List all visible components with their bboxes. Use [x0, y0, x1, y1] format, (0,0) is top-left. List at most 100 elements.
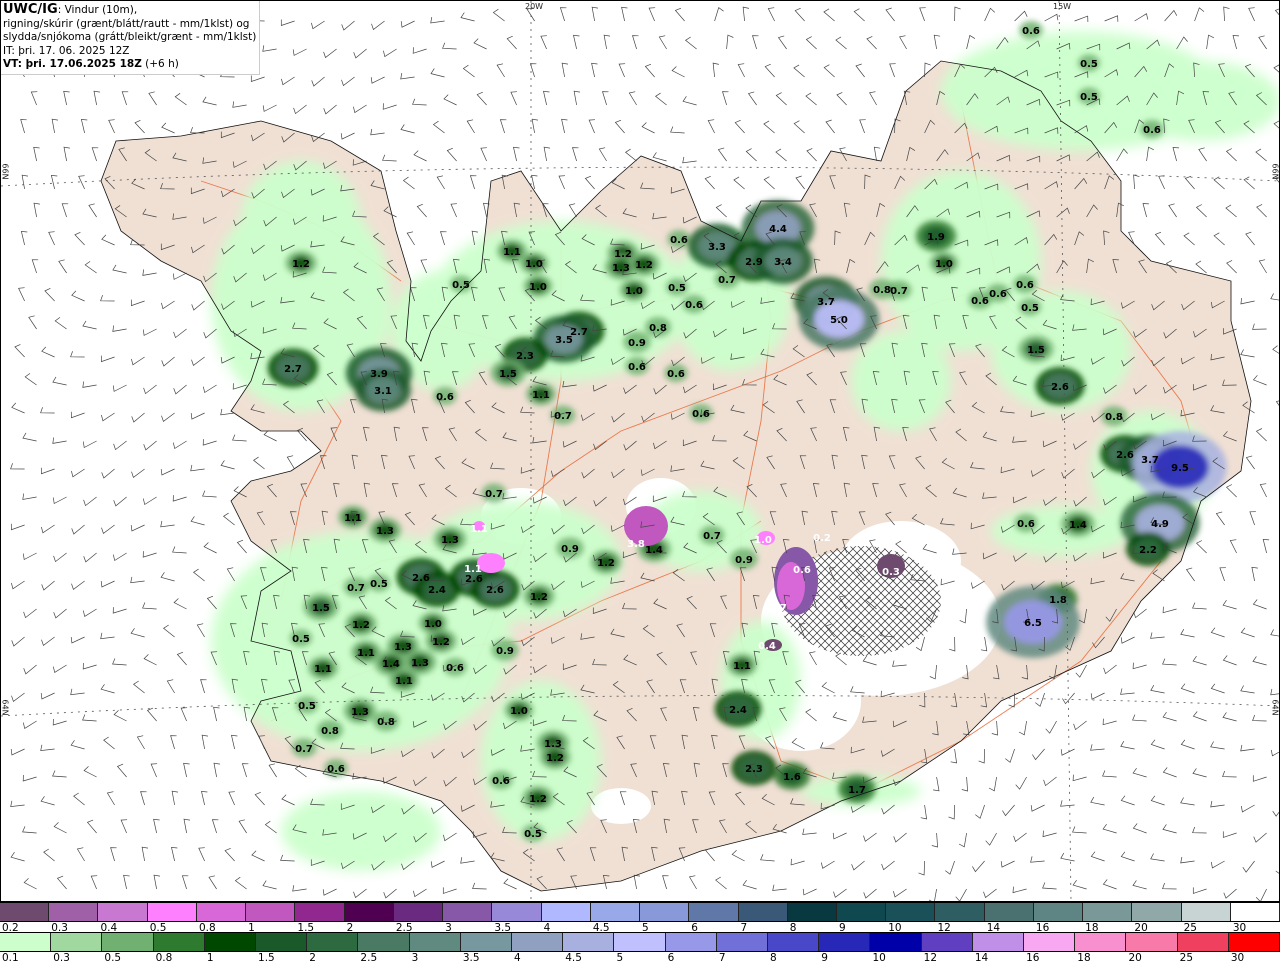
- wind-barb: [641, 122, 655, 134]
- wind-barb: [93, 90, 101, 106]
- wind-barb: [100, 355, 115, 363]
- wind-barb: [52, 718, 67, 726]
- wind-barb: [473, 38, 487, 50]
- rain-value-label: 0.6: [1017, 519, 1035, 530]
- rain-color-legend: 0.1 0.3 0.5 0.8 1 1.5 2 2.5 3 3.5 4 4.5 5 6 7 8 9 10 12 14 1…: [0, 932, 1280, 964]
- wind-barb: [71, 580, 85, 590]
- rain-value-label: 0.7: [347, 583, 365, 594]
- wind-barb: [855, 63, 865, 78]
- rain-value-label: 3.4: [774, 257, 792, 268]
- wind-barb: [161, 356, 175, 367]
- light-rain-zone: [851, 331, 951, 431]
- wind-barb: [747, 91, 757, 106]
- rain-value-label: 3.5: [555, 335, 573, 346]
- rain-value-label: 2.6: [412, 573, 430, 584]
- rain-legend-swatch: [716, 933, 769, 951]
- rain-legend-swatch: [665, 933, 717, 951]
- wind-barb: [24, 373, 37, 386]
- wind-barb: [201, 791, 208, 806]
- wind-barb: [1223, 888, 1237, 899]
- weather-map[interactable]: 1.2 2.7 3.9 3.1 0.5 0.6 1.1 1.0 1.0 1.2 1.3 1.2 0.6 3…: [0, 0, 1280, 904]
- wind-barb: [40, 692, 55, 700]
- rain-value-label: 1.3: [544, 739, 562, 750]
- wind-barb: [704, 175, 715, 190]
- wind-barb: [10, 852, 25, 862]
- wind-barb: [136, 735, 145, 750]
- wind-barb: [1120, 636, 1135, 644]
- rain-value-label: 3.9: [370, 369, 388, 380]
- rain-legend-swatch: [921, 933, 973, 951]
- snow-legend-swatch: [689, 903, 739, 921]
- snow-legend-swatch: [1033, 903, 1084, 921]
- wind-barb: [988, 776, 997, 792]
- wind-barb: [1180, 629, 1195, 638]
- wind-barb: [885, 7, 895, 22]
- wind-barb: [1229, 539, 1237, 554]
- title-line3: slydda/snjókoma (grátt/bleikt/grænt - mm…: [3, 31, 257, 43]
- wind-barb: [353, 888, 367, 899]
- wind-barb: [268, 763, 277, 778]
- wind-barb: [251, 850, 265, 862]
- wind-barb: [763, 120, 775, 134]
- wind-barb: [1042, 882, 1057, 890]
- wind-barb: [1275, 400, 1280, 408]
- wind-barb: [715, 204, 727, 218]
- wind-barb: [863, 888, 877, 899]
- wind-barb: [370, 128, 385, 136]
- wind-barb: [20, 119, 27, 134]
- snow-value-label: 0.4: [758, 641, 776, 652]
- wind-barb: [889, 63, 896, 78]
- wind-barb: [353, 48, 367, 59]
- wind-barb: [764, 63, 775, 78]
- wind-barb: [632, 35, 639, 50]
- snow-legend-swatch: [836, 903, 887, 921]
- wind-barb: [591, 62, 598, 78]
- wind-barb: [1252, 375, 1267, 386]
- rain-value-label: 1.3: [376, 526, 394, 537]
- rain-legend-labels: 0.1 0.3 0.5 0.8 1 1.5 2 2.5 3 3.5 4 4.5 5 6 7 8 9 10 12 14 1…: [0, 952, 1280, 964]
- wind-barb: [918, 860, 925, 876]
- rain-legend-swatch: [563, 933, 615, 951]
- rain-legend-swatch: [1024, 933, 1076, 951]
- wind-barb: [183, 818, 191, 834]
- wind-barb: [82, 714, 97, 722]
- wind-barb: [113, 440, 127, 451]
- wind-barb: [1154, 231, 1165, 246]
- wind-barb: [148, 91, 157, 106]
- wind-barb: [671, 66, 685, 78]
- wind-barb: [496, 63, 505, 78]
- rain-value-label: 1.1: [314, 664, 332, 675]
- wind-barb: [899, 35, 907, 50]
- wind-barb: [1134, 13, 1149, 22]
- wind-barb: [1102, 823, 1117, 834]
- wind-barb: [945, 860, 955, 875]
- wind-barb: [1222, 831, 1237, 838]
- wind-barb: [1194, 7, 1205, 22]
- wind-barb: [286, 455, 295, 470]
- wind-barb: [143, 440, 157, 451]
- wind-barb: [726, 34, 734, 50]
- wind-barb: [40, 744, 55, 752]
- title-line1: : Vindur (10m),: [57, 4, 138, 16]
- wind-barb: [794, 7, 805, 22]
- rain-value-label: 2.6: [1116, 450, 1134, 461]
- snow-legend-swatch: [246, 903, 296, 921]
- rain-legend-swatch: [1075, 933, 1127, 951]
- rain-value-label: 0.6: [667, 369, 685, 380]
- wind-barb: [443, 832, 457, 842]
- wind-barb: [413, 888, 427, 898]
- wind-barb: [933, 34, 941, 50]
- wind-barb: [682, 156, 697, 164]
- snow-value-label: 3.8: [627, 539, 645, 550]
- rain-value-label: 3.7: [817, 297, 835, 308]
- wind-barb: [662, 875, 669, 890]
- wind-barb: [1270, 293, 1280, 301]
- wind-barb: [1132, 880, 1147, 890]
- wind-barb: [22, 432, 37, 442]
- wind-barb: [1192, 602, 1207, 610]
- wind-barb: [1192, 656, 1207, 666]
- wind-barb: [1253, 832, 1267, 843]
- wind-barb: [48, 231, 55, 246]
- rain-value-label: 0.6: [670, 235, 688, 246]
- rain-value-label: 0.8: [321, 726, 339, 737]
